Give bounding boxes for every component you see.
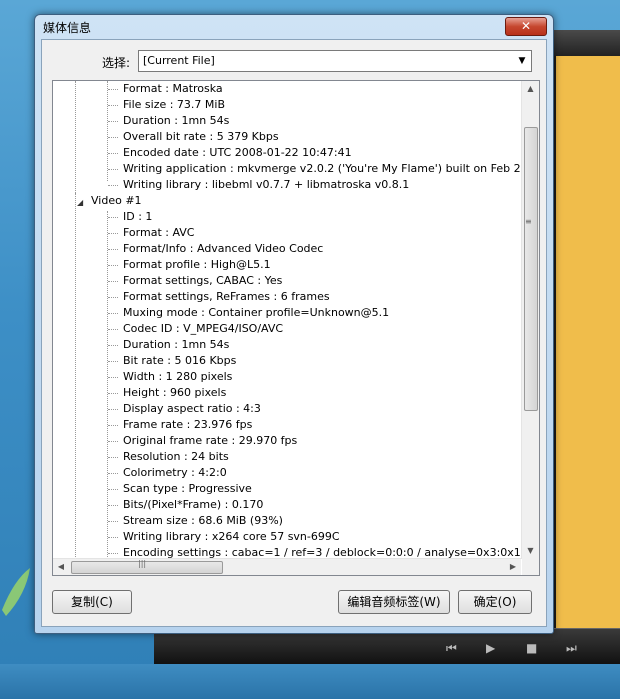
- tree-leaf-video-9[interactable]: Bit rate : 5 016 Kbps: [123, 353, 236, 369]
- dialog-client: 选择: [Current File] ▼ ◢ Video #1 Format :…: [41, 39, 547, 627]
- tree-leaf-general-2[interactable]: Duration : 1mn 54s: [123, 113, 229, 129]
- scroll-up-icon[interactable]: ▲: [522, 81, 539, 97]
- tree-node-video[interactable]: Video #1: [91, 193, 142, 209]
- scroll-right-icon[interactable]: ▶: [505, 559, 521, 575]
- next-icon[interactable]: ⏭: [566, 641, 577, 656]
- tree-leaf-general-1[interactable]: File size : 73.7 MiB: [123, 97, 225, 113]
- background-app-titlebar: [548, 30, 620, 56]
- tree-connector: [108, 473, 118, 474]
- tree-leaf-video-12[interactable]: Display aspect ratio : 4:3: [123, 401, 261, 417]
- tree-connector: [108, 233, 118, 234]
- tree-connector: [108, 281, 118, 282]
- tree-leaf-video-8[interactable]: Duration : 1mn 54s: [123, 337, 229, 353]
- tree-connector: [108, 489, 118, 490]
- tree-leaf-general-6[interactable]: Writing library : libebml v0.7.7 + libma…: [123, 177, 409, 193]
- tree-connector: [108, 505, 118, 506]
- tree-connector: [108, 537, 118, 538]
- tree-guide-line: [75, 81, 76, 193]
- tree-guide-line: [107, 211, 108, 559]
- play-icon[interactable]: ▶: [486, 641, 495, 655]
- tree-connector: [108, 121, 118, 122]
- tree-leaf-video-15[interactable]: Resolution : 24 bits: [123, 449, 229, 465]
- tree-leaf-video-13[interactable]: Frame rate : 23.976 fps: [123, 417, 252, 433]
- file-selector-dropdown[interactable]: [Current File] ▼: [138, 50, 532, 72]
- copy-button[interactable]: 复制(C): [52, 590, 132, 614]
- previous-icon[interactable]: ⏮: [446, 641, 457, 656]
- media-info-dialog: 媒体信息 ✕ 选择: [Current File] ▼ ◢ Video #1 F…: [34, 14, 554, 634]
- tree-leaf-video-14[interactable]: Original frame rate : 29.970 fps: [123, 433, 297, 449]
- tree-leaf-video-16[interactable]: Colorimetry : 4:2:0: [123, 465, 227, 481]
- tree-connector: [108, 217, 118, 218]
- tree-leaf-video-10[interactable]: Width : 1 280 pixels: [123, 369, 232, 385]
- tree-guide-line: [107, 81, 108, 181]
- background-app-content: [556, 56, 620, 628]
- file-selector-value: [Current File]: [143, 54, 215, 67]
- tree-leaf-general-3[interactable]: Overall bit rate : 5 379 Kbps: [123, 129, 279, 145]
- tree-leaf-general-4[interactable]: Encoded date : UTC 2008-01-22 10:47:41: [123, 145, 352, 161]
- edit-audio-tags-button[interactable]: 编辑音频标签(W): [338, 590, 450, 614]
- dialog-title: 媒体信息: [43, 21, 92, 35]
- scroll-left-icon[interactable]: ◀: [53, 559, 69, 575]
- scroll-grip-icon: ≡: [525, 217, 532, 226]
- tree-connector: [108, 169, 118, 170]
- vertical-scrollbar[interactable]: ▲ ≡ ▼: [521, 81, 539, 559]
- tree-connector: [108, 521, 118, 522]
- tree-leaf-video-0[interactable]: ID : 1: [123, 209, 152, 225]
- selector-label: 选择:: [102, 56, 131, 70]
- tree-connector: [108, 329, 118, 330]
- tree-connector: [108, 153, 118, 154]
- tree-leaf-video-1[interactable]: Format : AVC: [123, 225, 195, 241]
- tree-leaf-video-20[interactable]: Writing library : x264 core 57 svn-699C: [123, 529, 340, 545]
- tree-leaf-video-2[interactable]: Format/Info : Advanced Video Codec: [123, 241, 323, 257]
- chevron-down-icon[interactable]: ▼: [513, 51, 531, 71]
- tree-connector: [108, 361, 118, 362]
- tree-connector: [108, 265, 118, 266]
- tree-leaf-video-18[interactable]: Bits/(Pixel*Frame) : 0.170: [123, 497, 263, 513]
- tree-connector: [108, 393, 118, 394]
- tree-connector: [108, 345, 118, 346]
- tree-leaf-video-11[interactable]: Height : 960 pixels: [123, 385, 226, 401]
- tree-leaf-video-3[interactable]: Format profile : High@L5.1: [123, 257, 271, 273]
- tree-leaf-general-0[interactable]: Format : Matroska: [123, 81, 223, 97]
- ok-button[interactable]: 确定(O): [458, 590, 532, 614]
- tree-connector: [108, 249, 118, 250]
- vertical-scroll-thumb[interactable]: [524, 127, 538, 411]
- horizontal-scrollbar[interactable]: ◀ ||| ▶: [53, 558, 521, 575]
- tree-connector: [108, 553, 118, 554]
- tree-connector: [108, 441, 118, 442]
- tree-rows: ◢ Video #1 Format : Matroska File size : …: [53, 81, 521, 559]
- tree-connector: [108, 137, 118, 138]
- tree-connector: [108, 377, 118, 378]
- tree-leaf-video-17[interactable]: Scan type : Progressive: [123, 481, 252, 497]
- tree-leaf-video-5[interactable]: Format settings, ReFrames : 6 frames: [123, 289, 330, 305]
- dialog-titlebar[interactable]: 媒体信息 ✕: [35, 15, 553, 39]
- scroll-corner: [522, 559, 539, 575]
- tree-connector: [108, 297, 118, 298]
- desktop-strip: [0, 664, 620, 699]
- tree-connector: [108, 185, 118, 186]
- tree-leaf-video-4[interactable]: Format settings, CABAC : Yes: [123, 273, 282, 289]
- tree-guide-line: [75, 193, 76, 559]
- tree-connector: [108, 313, 118, 314]
- media-info-tree[interactable]: ◢ Video #1 Format : Matroska File size : …: [52, 80, 540, 576]
- horizontal-scroll-thumb[interactable]: |||: [71, 559, 223, 574]
- tree-leaf-general-5[interactable]: Writing application : mkvmerge v2.0.2 ('…: [123, 161, 521, 177]
- tree-leaf-video-7[interactable]: Codec ID : V_MPEG4/ISO/AVC: [123, 321, 283, 337]
- tree-leaf-video-19[interactable]: Stream size : 68.6 MiB (93%): [123, 513, 283, 529]
- tree-leaf-video-6[interactable]: Muxing mode : Container profile=Unknown@…: [123, 305, 389, 321]
- tree-connector: [108, 425, 118, 426]
- tree-connector: [108, 105, 118, 106]
- close-button[interactable]: ✕: [505, 17, 547, 36]
- scroll-grip-icon: |||: [138, 559, 147, 568]
- tree-connector: [108, 89, 118, 90]
- tree-connector: [108, 457, 118, 458]
- stop-icon[interactable]: ■: [526, 641, 537, 655]
- scroll-down-icon[interactable]: ▼: [522, 543, 539, 559]
- tree-leaf-video-21[interactable]: Encoding settings : cabac=1 / ref=3 / de…: [123, 545, 521, 559]
- collapse-video-icon[interactable]: ◢: [77, 198, 83, 207]
- tree-connector: [108, 409, 118, 410]
